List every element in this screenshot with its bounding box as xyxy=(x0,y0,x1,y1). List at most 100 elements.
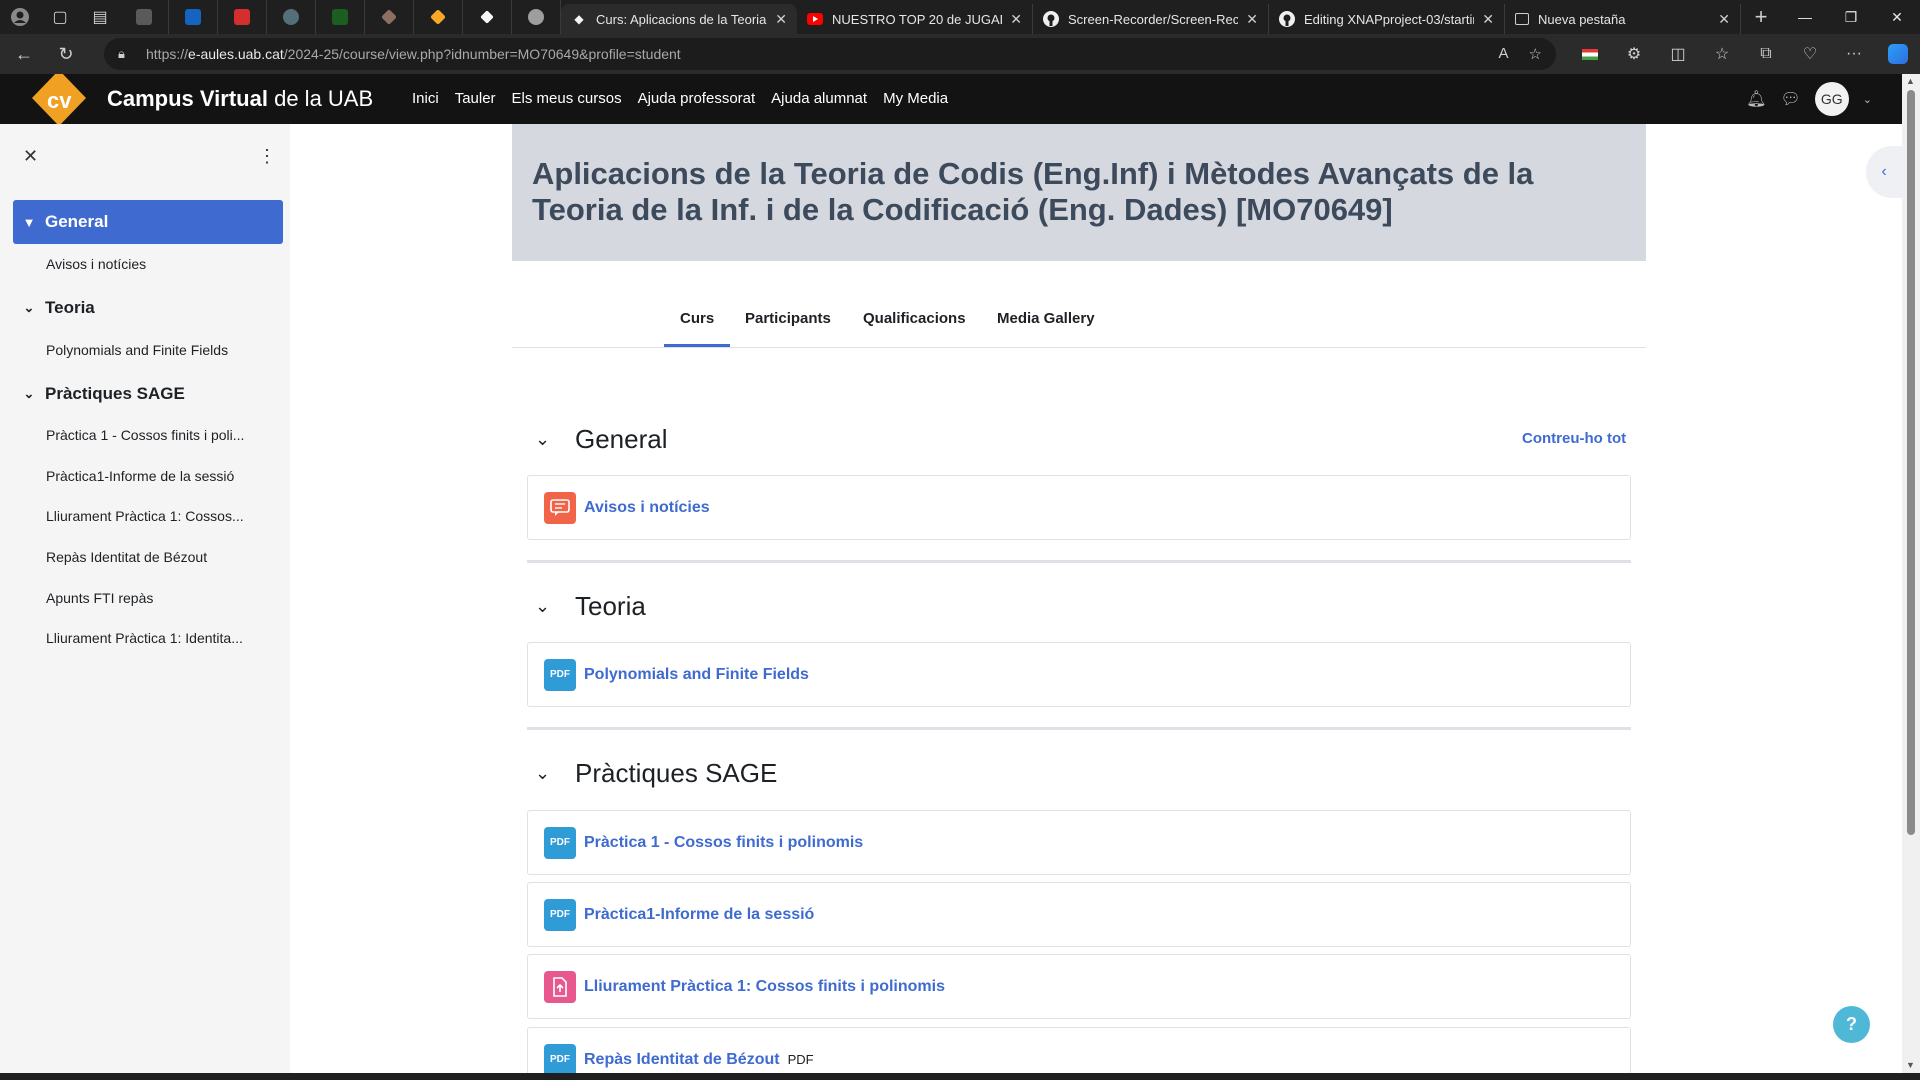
drawer-item-lliurament[interactable]: Lliurament Pràctica 1: Cossos... xyxy=(13,494,283,538)
close-tab-icon[interactable]: ✕ xyxy=(1010,11,1022,28)
menu-item-tauler[interactable]: Tauler xyxy=(455,90,496,107)
menu-item-ajuda-alumnat[interactable]: Ajuda alumnat xyxy=(771,90,867,107)
activity-bezout[interactable]: PDF Repàs Identitat de Bézout PDF xyxy=(527,1027,1631,1073)
new-tab-button[interactable]: + xyxy=(1741,0,1781,34)
browser-toolbar: ← ↻ 🔒︎ https://e-aules.uab.cat/2024-25/c… xyxy=(0,34,1920,74)
browser-tab-github-recorder[interactable]: Screen-Recorder/Screen-Record ✕ xyxy=(1033,4,1269,34)
pinned-tab[interactable] xyxy=(120,0,169,34)
drawer-item-bezout[interactable]: Repàs Identitat de Bézout xyxy=(13,535,283,579)
drawer-item-polynomials[interactable]: Polynomials and Finite Fields xyxy=(13,328,283,372)
activity-link[interactable]: Lliurament Pràctica 1: Cossos finits i p… xyxy=(584,978,945,996)
kebab-menu-icon[interactable]: ⋮ xyxy=(258,146,276,167)
tab-title: Editing XNAPproject-03/starting xyxy=(1304,11,1475,27)
notifications-bell-icon[interactable]: 🔔︎ xyxy=(1746,89,1766,109)
activity-polynomials[interactable]: PDF Polynomials and Finite Fields xyxy=(527,642,1631,707)
pinned-tab[interactable] xyxy=(218,0,267,34)
pinned-tab-outlook[interactable] xyxy=(169,0,218,34)
extension-flag-icon[interactable] xyxy=(1568,34,1612,74)
activity-link[interactable]: Repàs Identitat de Bézout xyxy=(584,1051,780,1069)
activity-link[interactable]: Polynomials and Finite Fields xyxy=(584,666,809,684)
section-title: Teoria xyxy=(575,591,646,621)
activity-practica1[interactable]: PDF Pràctica 1 - Cossos finits i polinom… xyxy=(527,810,1631,875)
close-tab-icon[interactable]: ✕ xyxy=(1718,11,1730,28)
close-tab-icon[interactable]: ✕ xyxy=(1482,11,1494,28)
copilot-icon[interactable] xyxy=(1876,34,1920,74)
page-scrollbar[interactable]: ▲ ▼ xyxy=(1902,74,1920,1073)
pinned-tab[interactable] xyxy=(267,0,316,34)
tab-curs[interactable]: Curs xyxy=(663,310,731,347)
menu-item-ajuda-professorat[interactable]: Ajuda professorat xyxy=(638,90,756,107)
activity-informe[interactable]: PDF Pràctica1-Informe de la sessió xyxy=(527,882,1631,947)
browser-tab-course[interactable]: ◆ Curs: Aplicacions de la Teoria de ✕ xyxy=(561,4,797,34)
site-brand[interactable]: Campus Virtual de la UAB xyxy=(107,86,373,112)
chevron-down-icon[interactable]: ⌄ xyxy=(535,429,557,450)
help-button[interactable]: ? xyxy=(1833,1006,1870,1043)
drawer-section-general[interactable]: ▼ General xyxy=(13,200,283,244)
activity-lliurament[interactable]: Lliurament Pràctica 1: Cossos finits i p… xyxy=(527,954,1631,1019)
drawer-item-practica1[interactable]: Pràctica 1 - Cossos finits i poli... xyxy=(13,413,283,457)
drawer-section-teoria[interactable]: ⌄ Teoria xyxy=(13,286,283,330)
address-bar[interactable]: 🔒︎ https://e-aules.uab.cat/2024-25/cours… xyxy=(104,38,1556,70)
close-tab-icon[interactable]: ✕ xyxy=(1246,11,1258,28)
tab-qualificacions[interactable]: Qualificacions xyxy=(863,310,966,327)
chevron-down-icon[interactable]: ⌄ xyxy=(535,596,557,617)
chevron-down-icon[interactable]: ⌄ xyxy=(13,386,45,402)
tab-media-gallery[interactable]: Media Gallery xyxy=(997,310,1095,327)
menu-item-my-media[interactable]: My Media xyxy=(883,90,948,107)
activity-link[interactable]: Pràctica1-Informe de la sessió xyxy=(584,906,814,924)
back-icon[interactable]: ← xyxy=(6,36,42,72)
campus-virtual-logo[interactable]: cv xyxy=(24,70,94,126)
scrollbar-thumb[interactable] xyxy=(1907,90,1915,835)
more-options-icon[interactable]: ··· xyxy=(1832,34,1876,74)
close-window-icon[interactable]: ✕ xyxy=(1874,0,1920,34)
workspaces-icon[interactable]: ▢ xyxy=(40,0,80,34)
browser-tab-youtube[interactable]: NUESTRO TOP 20 de JUGADORE ✕ xyxy=(797,4,1033,34)
chevron-down-icon[interactable]: ⌄ xyxy=(1863,93,1872,106)
tab-actions-icon[interactable]: ▤ xyxy=(80,0,120,34)
drawer-item-informe[interactable]: Pràctica1-Informe de la sessió xyxy=(13,454,283,498)
close-tab-icon[interactable]: ✕ xyxy=(775,11,787,28)
chevron-down-icon[interactable]: ▼ xyxy=(13,215,45,230)
favorites-icon[interactable]: ☆ xyxy=(1700,34,1744,74)
open-block-drawer-button[interactable]: ‹ xyxy=(1866,146,1902,198)
tab-title: Curs: Aplicacions de la Teoria de xyxy=(596,11,768,27)
close-drawer-icon[interactable]: ✕ xyxy=(23,146,38,167)
scroll-down-icon[interactable]: ▼ xyxy=(1906,1060,1916,1070)
extensions-icon[interactable]: ⚙ xyxy=(1612,34,1656,74)
menu-item-els-meus-cursos[interactable]: Els meus cursos xyxy=(512,90,622,107)
activity-link[interactable]: Avisos i notícies xyxy=(584,499,710,517)
scroll-up-icon[interactable]: ▲ xyxy=(1906,76,1916,86)
favorite-star-icon[interactable]: ☆ xyxy=(1529,45,1542,63)
browser-essentials-icon[interactable]: ♡ xyxy=(1788,34,1832,74)
restore-icon[interactable]: ❐ xyxy=(1828,0,1874,34)
messages-icon[interactable]: 💬︎ xyxy=(1780,89,1800,109)
drawer-section-practiques[interactable]: ⌄ Pràctiques SAGE xyxy=(13,372,283,416)
browser-tab-newtab[interactable]: Nueva pestaña ✕ xyxy=(1505,4,1741,34)
pinned-tab[interactable] xyxy=(512,0,561,34)
drawer-item-avisos[interactable]: Avisos i notícies xyxy=(13,242,283,286)
activity-avisos[interactable]: Avisos i notícies xyxy=(527,475,1631,540)
section-divider xyxy=(527,560,1631,563)
minimize-icon[interactable]: — xyxy=(1782,0,1828,34)
pinned-tab[interactable] xyxy=(414,0,463,34)
collections-icon[interactable]: ⧉ xyxy=(1744,34,1788,74)
chevron-down-icon[interactable]: ⌄ xyxy=(535,763,557,784)
tab-title: NUESTRO TOP 20 de JUGADORE xyxy=(832,11,1002,27)
tab-participants[interactable]: Participants xyxy=(745,310,831,327)
profile-icon[interactable] xyxy=(0,0,40,34)
pinned-tab[interactable] xyxy=(463,0,512,34)
avatar[interactable]: GG xyxy=(1814,82,1849,116)
drawer-item-apunts[interactable]: Apunts FTI repàs xyxy=(13,576,283,620)
browser-tab-github-editing[interactable]: Editing XNAPproject-03/starting ✕ xyxy=(1269,4,1505,34)
split-screen-icon[interactable]: ◫ xyxy=(1656,34,1700,74)
pinned-tab[interactable] xyxy=(365,0,414,34)
menu-item-inici[interactable]: Inici xyxy=(412,90,439,107)
pinned-tab[interactable] xyxy=(316,0,365,34)
chevron-down-icon[interactable]: ⌄ xyxy=(13,300,45,316)
read-aloud-icon[interactable]: A xyxy=(1499,45,1509,63)
refresh-icon[interactable]: ↻ xyxy=(48,36,84,72)
drawer-item-label: Repàs Identitat de Bézout xyxy=(46,549,208,565)
drawer-item-lliurament-identitat[interactable]: Lliurament Pràctica 1: Identita... xyxy=(13,616,283,660)
activity-link[interactable]: Pràctica 1 - Cossos finits i polinomis xyxy=(584,834,863,852)
collapse-all-link[interactable]: Contreu-ho tot xyxy=(1522,430,1626,447)
